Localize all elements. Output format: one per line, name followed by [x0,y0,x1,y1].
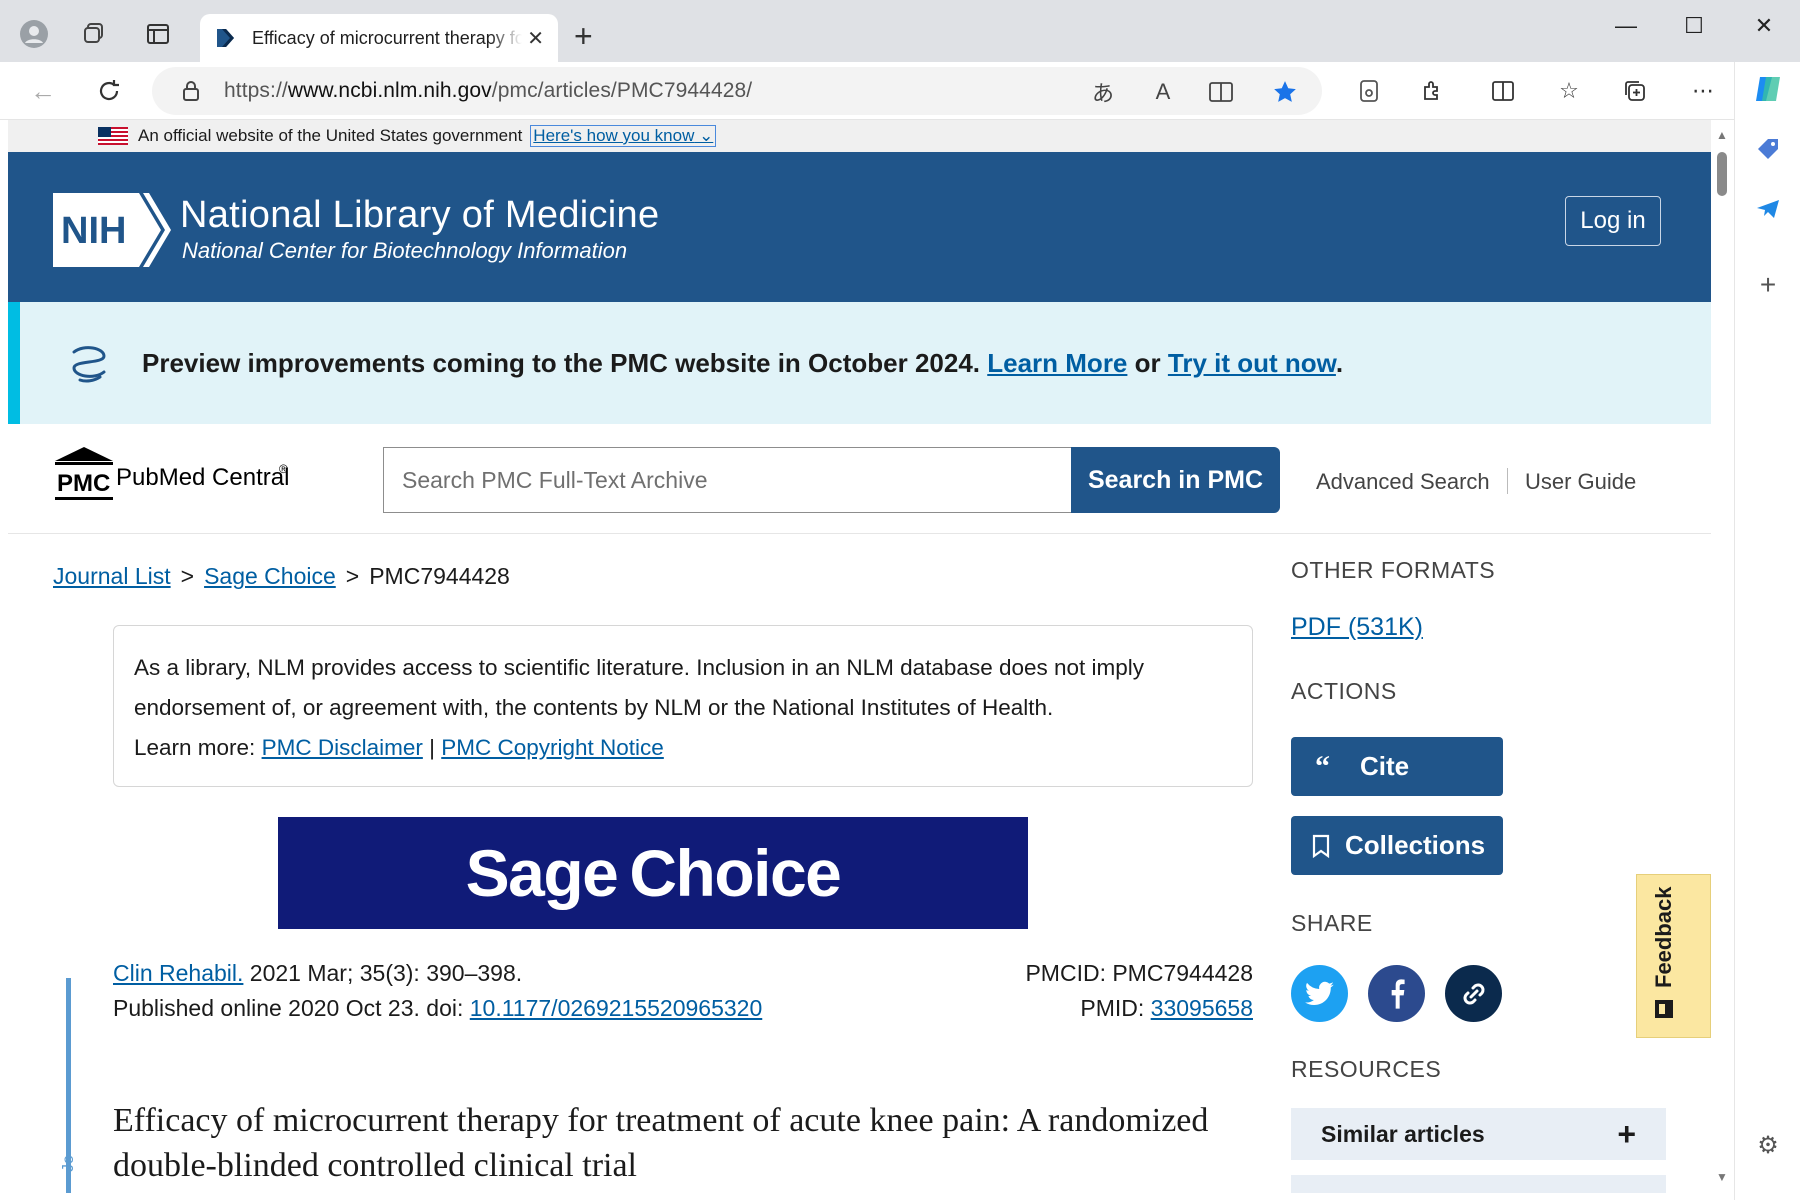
close-window-button[interactable]: ✕ [1734,8,1794,44]
facebook-share-icon[interactable] [1368,965,1425,1022]
preview-banner: Preview improvements coming to the PMC w… [8,302,1711,424]
twitter-share-icon[interactable] [1291,965,1348,1022]
us-flag-icon [98,127,128,145]
resources-accordion-next[interactable] [1291,1175,1666,1193]
read-aloud-icon[interactable]: A [1148,77,1178,107]
pmc-logo[interactable]: PMC PubMed Central ® [53,443,303,503]
tab-title: Efficacy of microcurrent therapy for tre… [252,27,522,48]
collections-button[interactable]: Collections [1291,816,1503,875]
profile-icon[interactable] [14,14,54,54]
nlm-disclaimer-box: As a library, NLM provides access to sci… [113,625,1253,787]
actions-heading: ACTIONS [1291,678,1397,704]
browser-titlebar: Efficacy of microcurrent therapy for tre… [0,0,1800,62]
favorite-star-icon[interactable] [1270,77,1300,107]
breadcrumb-current: PMC7944428 [369,563,510,589]
more-options-icon[interactable]: ⋯ [1686,76,1720,106]
quote-icon: “ [1315,749,1330,783]
favorites-icon[interactable]: ☆ [1552,76,1586,106]
bookmark-icon [1312,834,1330,858]
doi-link[interactable]: 10.1177/0269215520965320 [470,995,763,1021]
published-line: Published online 2020 Oct 23. doi: 10.11… [113,995,763,1021]
address-bar[interactable]: https://www.ncbi.nlm.nih.gov/pmc/article… [152,67,1322,115]
how-you-know-link[interactable]: Here's how you know ⌄ [530,125,717,147]
workspaces-icon[interactable] [74,14,114,54]
immersive-reader-icon[interactable] [1206,77,1236,107]
pmc-search-bar: PMC PubMed Central ® Search in PMC Advan… [8,424,1711,534]
pmid: PMID: 33095658 [1080,995,1253,1021]
add-sidebar-icon[interactable]: + [1751,268,1785,302]
pmcid: PMCID: PMC7944428 [1025,960,1253,986]
scroll-up-icon[interactable]: ▲ [1716,128,1728,142]
pmc-copyright-link[interactable]: PMC Copyright Notice [441,735,664,760]
gov-banner-text: An official website of the United States… [138,126,523,145]
breadcrumb-sage-choice[interactable]: Sage Choice [204,563,336,589]
pmc-disclaimer-link[interactable]: PMC Disclaimer [262,735,423,760]
article-side-tab[interactable]: Jo [60,1155,78,1172]
copilot-icon[interactable] [1751,72,1785,106]
vertical-tabs-icon[interactable] [138,14,178,54]
article-title: Efficacy of microcurrent therapy for tre… [113,1102,1209,1184]
preview-swirl-icon [72,346,106,383]
citation-line: Clin Rehabil. 2021 Mar; 35(3): 390–398. [113,960,523,986]
user-guide-link[interactable]: User Guide [1525,469,1636,495]
svg-text:NIH: NIH [61,210,126,252]
refresh-button[interactable] [88,70,130,112]
breadcrumb: Journal List > Sage Choice > PMC7944428 [53,563,510,589]
browser-toolbar: ← https://www.ncbi.nlm.nih.gov/pmc/artic… [0,62,1800,120]
maximize-button[interactable]: ☐ [1664,8,1724,44]
extensions-puzzle-icon[interactable] [1416,76,1450,106]
login-button[interactable]: Log in [1565,196,1661,246]
pmc-search-input[interactable] [383,447,1072,513]
share-heading: SHARE [1291,910,1373,936]
sage-choice-banner[interactable]: Sage Choice [278,817,1028,929]
pdf-link[interactable]: PDF (531K) [1291,613,1423,642]
expand-plus-icon: + [1617,1116,1636,1152]
split-screen-icon[interactable] [1486,76,1520,106]
similar-articles-accordion[interactable]: Similar articles + [1291,1108,1666,1160]
cite-button[interactable]: “ Cite [1291,737,1503,796]
back-button[interactable]: ← [22,70,64,112]
pmid-link[interactable]: 33095658 [1151,995,1253,1021]
svg-text:PMC: PMC [57,470,110,497]
scrollbar-thumb[interactable] [1717,152,1727,196]
gov-banner: An official website of the United States… [8,120,1711,152]
tab-close-icon[interactable]: ✕ [527,26,544,51]
feedback-icon [1655,1000,1673,1018]
new-tab-button[interactable]: + [574,18,593,54]
preview-text: Preview improvements coming to the PMC w… [142,347,1344,378]
tag-icon[interactable] [1751,132,1785,166]
resources-heading: RESOURCES [1291,1056,1442,1082]
sidebar-settings-icon[interactable]: ⚙ [1751,1128,1785,1162]
advanced-search-link[interactable]: Advanced Search [1316,469,1490,495]
learn-more-link[interactable]: Learn More [987,348,1127,378]
svg-text:®: ® [279,462,288,476]
scroll-down-icon[interactable]: ▼ [1716,1170,1728,1184]
search-in-pmc-button[interactable]: Search in PMC [1071,447,1280,513]
other-formats-heading: OTHER FORMATS [1291,557,1496,583]
url-text[interactable]: https://www.ncbi.nlm.nih.gov/pmc/article… [224,79,752,103]
extension-icon[interactable] [1352,76,1386,106]
nlm-title[interactable]: National Library of Medicine [180,194,659,237]
telegram-icon[interactable] [1751,192,1785,226]
lock-icon[interactable] [180,80,202,102]
link-divider [1507,468,1508,494]
feedback-button[interactable]: Feedback [1636,874,1711,1038]
page-viewport: An official website of the United States… [8,120,1711,1193]
browser-sidebar: + ⚙ [1734,62,1800,1200]
ncbi-favicon-icon [217,29,234,47]
try-it-out-link[interactable]: Try it out now [1168,348,1336,378]
nih-logo[interactable]: NIH [53,193,171,267]
nlm-header: NIH National Library of Medicine Nationa… [8,152,1711,302]
breadcrumb-journal-list[interactable]: Journal List [53,563,171,589]
collections-icon[interactable] [1618,76,1652,106]
minimize-button[interactable]: — [1596,8,1656,44]
translate-icon[interactable]: あ [1088,77,1118,107]
journal-link[interactable]: Clin Rehabil. [113,960,243,986]
svg-text:PubMed Central: PubMed Central [116,464,289,491]
copy-link-share-icon[interactable] [1445,965,1502,1022]
ncbi-subtitle: National Center for Biotechnology Inform… [182,238,628,263]
active-tab[interactable]: Efficacy of microcurrent therapy for tre… [200,14,558,62]
page-scrollbar[interactable]: ▲ ▼ [1711,120,1733,1193]
